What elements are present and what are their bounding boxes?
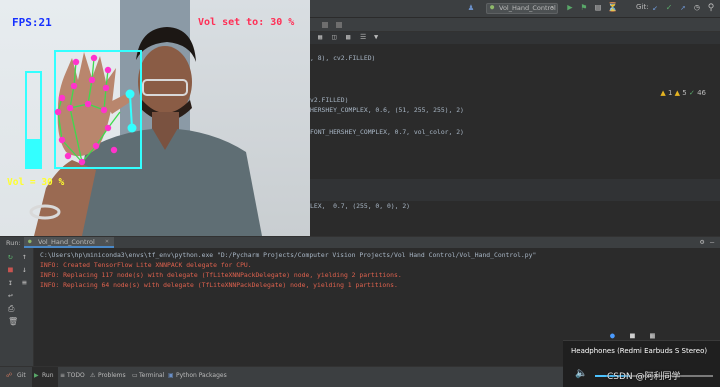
down-icon[interactable]: ↓ (22, 265, 27, 274)
minimize-icon[interactable]: — (710, 238, 714, 246)
warning-icon: ▲ (660, 89, 666, 97)
stop-icon[interactable]: ■ (8, 265, 13, 274)
print-icon[interactable]: ⎙ (8, 304, 14, 314)
git-tool-button[interactable]: ☍ Git (4, 367, 30, 387)
filter-icon[interactable]: ≡ (22, 278, 27, 287)
python-icon: ● (490, 3, 495, 11)
editor-tabs (310, 18, 720, 32)
git-update-icon[interactable]: ↙ (650, 3, 660, 13)
packages-icon: ▣ (168, 372, 174, 379)
run-tool-header: Run: ● Vol_Hand_Control × ⚙ — (0, 236, 720, 248)
run-icon: ▶ (34, 372, 39, 379)
run-config-selector[interactable]: ● Vol_Hand_Control ▾ (486, 3, 558, 14)
up-icon[interactable]: ↑ (22, 252, 27, 261)
warnings-count: 1 (667, 89, 673, 97)
terminal-icon: ▭ (132, 372, 138, 379)
rerun-icon[interactable]: ↻ (8, 252, 13, 261)
python-packages-tool-label: Python Packages (176, 372, 227, 379)
run-tool-label: Run (42, 372, 54, 379)
columns-icon[interactable]: ◫ (332, 33, 336, 41)
console-line: C:\Users\hp\miniconda3\envs\tf_env\pytho… (40, 251, 537, 259)
soft-wrap-icon[interactable]: ↩ (8, 291, 13, 300)
todo-tool-label: TODO (67, 372, 85, 379)
editor-band (310, 179, 720, 201)
weak-warning-icon: ▲ (674, 89, 681, 97)
code-editor[interactable]: ▲ 1 ▲ 5 ✓ 46 , 8), cv2.FILLED) v2.FILLED… (310, 44, 720, 236)
typo-icon: ✓ (688, 89, 695, 97)
run-config-name: Vol_Hand_Control (499, 4, 556, 12)
run-icon[interactable]: ▶ (565, 3, 575, 13)
volume-label: Vol = 30 % (7, 177, 65, 188)
volume-flyout: Headphones (Redmi Earbuds S Stereo) 🔈 CS… (563, 340, 720, 387)
problems-icon: ⚠ (90, 372, 96, 379)
layout-icon[interactable]: ▦ (318, 33, 322, 41)
profile-icon[interactable]: ⏳ (607, 3, 618, 13)
terminal-tool-label: Terminal (139, 372, 165, 379)
fps-counter: FPS:21 (12, 16, 52, 29)
device-icon[interactable]: ▦ (650, 331, 655, 340)
breadcrumb-bar: ▦ ◫ ▩ ☰ ▼ (310, 32, 720, 44)
debug-icon[interactable]: ⚑ (579, 3, 589, 13)
device-icon[interactable]: ● (610, 331, 615, 340)
coverage-icon[interactable]: ▤ (593, 3, 603, 13)
python-icon: ● (28, 238, 32, 245)
delete-icon[interactable]: 🗑 (8, 317, 18, 326)
webcam-window: FPS:21 Vol set to: 30 % Vol = 30 % (0, 0, 310, 236)
history-icon[interactable]: ◷ (692, 3, 702, 13)
webcam-frame (29, 27, 262, 236)
audio-device-name: Headphones (Redmi Earbuds S Stereo) (571, 347, 708, 355)
git-icon: ☍ (6, 372, 13, 379)
search-icon[interactable]: ⚲ (706, 3, 716, 13)
code-line: FONT_HERSHEY_COMPLEX, 0.7, vol_color, 2) (310, 128, 464, 136)
git-tool-label: Git (17, 372, 26, 379)
volume-bar (25, 71, 42, 169)
console-line: INFO: Replacing 64 node(s) with delegate… (40, 281, 398, 289)
problems-tool-label: Problems (98, 372, 126, 379)
code-line: HERSHEY_COMPLEX, 0.6, (51, 255, 255), 2) (310, 106, 464, 114)
terminal-tool-button[interactable]: ▭ Terminal (130, 367, 170, 387)
typos-count: 46 (697, 89, 706, 97)
git-push-icon[interactable]: ↗ (678, 3, 688, 13)
grid-icon[interactable]: ▩ (346, 33, 350, 41)
settings-icon[interactable]: ⚙ (700, 238, 704, 246)
chevron-down-icon: ▾ (550, 4, 554, 11)
run-tab-label: Run: (6, 239, 21, 247)
filter-icon[interactable]: ▼ (374, 33, 378, 41)
run-config-tab-label: Vol_Hand_Control (38, 238, 95, 246)
todo-tool-button[interactable]: ≡ TODO (58, 367, 88, 387)
run-config-tab[interactable]: ● Vol_Hand_Control × (24, 237, 114, 248)
git-commit-icon[interactable]: ✓ (664, 3, 674, 13)
code-line: , 8), cv2.FILLED) (310, 54, 376, 62)
todo-icon: ≡ (60, 372, 66, 379)
tab-icon[interactable] (336, 22, 342, 28)
close-icon[interactable]: × (105, 237, 109, 245)
inspection-widget[interactable]: ▲ 1 ▲ 5 ✓ 46 (660, 89, 706, 97)
watermark: CSDN @阿利同学 (607, 372, 681, 382)
pinch-distance-line (129, 93, 133, 129)
device-icon[interactable]: ■ (630, 331, 635, 340)
console-line: INFO: Replacing 117 node(s) with delegat… (40, 271, 402, 279)
problems-tool-button[interactable]: ⚠ Problems (88, 367, 132, 387)
list-icon[interactable]: ☰ (360, 33, 366, 41)
python-packages-tool-button[interactable]: ▣ Python Packages (166, 367, 236, 387)
weak-warnings-count: 5 (682, 89, 687, 97)
scroll-to-end-icon[interactable]: ↧ (8, 278, 13, 287)
tab-icon[interactable] (322, 22, 328, 28)
speaker-icon[interactable]: 🔈 (575, 368, 587, 379)
code-line: LEX, 0.7, (255, 0, 0), 2) (310, 202, 411, 210)
console-line: INFO: Created TensorFlow Lite XNNPACK de… (40, 261, 252, 269)
volume-set-label: Vol set to: 30 % (198, 17, 295, 28)
run-tool-button[interactable]: ▶ Run (32, 367, 58, 387)
user-icon[interactable]: ♟ (466, 3, 476, 13)
volume-bar-fill (27, 138, 40, 167)
git-label: Git: (636, 3, 649, 11)
code-line: v2.FILLED) (310, 96, 349, 104)
run-side-toolbar: ↻ ■ ↧ ↩ ⎙ 🗑 ↑ ↓ ≡ (0, 248, 34, 366)
